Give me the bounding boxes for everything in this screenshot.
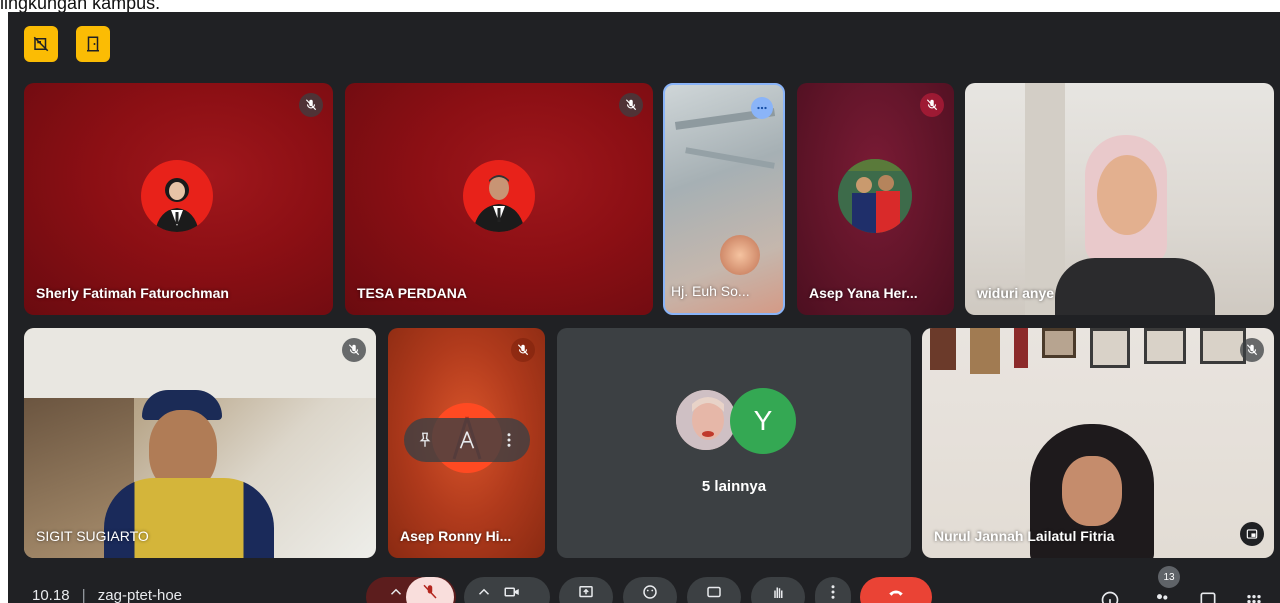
participant-name: widuri anye: [977, 285, 1055, 301]
info-icon[interactable]: [1100, 590, 1120, 603]
more-options-button[interactable]: [815, 577, 851, 603]
meet-window: Sherly Fatimah Faturochman TESA PERDANA …: [8, 12, 1280, 603]
camera-off-button[interactable]: [24, 26, 58, 62]
apps-grid-icon[interactable]: [1244, 590, 1264, 603]
others-label: 5 lainnya: [701, 478, 767, 495]
camera-icon: [504, 587, 519, 597]
captions-icon: [707, 586, 721, 598]
others-tile[interactable]: Y 5 lainnya: [557, 328, 911, 558]
chat-icon[interactable]: [1198, 590, 1218, 603]
participant-name: Hj. Euh So...: [671, 283, 750, 299]
avatar: [141, 160, 213, 232]
mic-off-icon: [920, 93, 944, 117]
tile-hover-toolbar: [404, 418, 530, 462]
exit-room-button[interactable]: [76, 26, 110, 62]
mic-off-icon: [342, 338, 366, 362]
participant-count-badge: 13: [1158, 566, 1180, 588]
reactions-button[interactable]: [623, 577, 677, 603]
people-icon[interactable]: [1152, 590, 1172, 603]
video-person: [1097, 155, 1157, 235]
mic-off-icon: [619, 93, 643, 117]
raise-hand-button[interactable]: [751, 577, 805, 603]
participant-tile[interactable]: Asep Ronny Hi...: [388, 328, 545, 558]
picture-in-picture-icon[interactable]: [1240, 522, 1264, 546]
mic-off-icon: [299, 93, 323, 117]
door-exit-icon: [87, 36, 99, 52]
avatar: Y: [730, 388, 796, 454]
participant-tile[interactable]: widuri anye: [965, 83, 1274, 315]
chevron-up-icon[interactable]: [387, 583, 405, 601]
hand-icon: [774, 587, 783, 598]
pin-icon[interactable]: [416, 431, 434, 449]
participant-name: Asep Yana Her...: [809, 285, 918, 301]
present-icon: [579, 586, 593, 598]
video-person: [1062, 456, 1122, 526]
more-options-icon[interactable]: [751, 97, 773, 119]
participant-tile-speaking[interactable]: Hj. Euh So...: [663, 83, 785, 315]
mic-off-icon: [1240, 338, 1264, 362]
participant-tile[interactable]: Sherly Fatimah Faturochman: [24, 83, 333, 315]
letter-avatar-icon: [459, 431, 475, 449]
participant-tile[interactable]: Asep Yana Her...: [797, 83, 954, 315]
camera-toggle-group[interactable]: [464, 577, 550, 603]
page-caption: lingkungan kampus.: [0, 0, 161, 13]
avatar-letter: Y: [753, 405, 773, 436]
wall-frames: [922, 328, 1274, 376]
avatar: [463, 160, 535, 232]
phone-hangup-icon: [889, 590, 903, 596]
participant-tile[interactable]: TESA PERDANA: [345, 83, 653, 315]
participant-name: Sherly Fatimah Faturochman: [36, 285, 229, 301]
video-background: [685, 147, 775, 169]
avatar: [674, 388, 738, 452]
participant-tile[interactable]: SIGIT SUGIARTO: [24, 328, 376, 558]
participant-name: TESA PERDANA: [357, 285, 467, 301]
avatar: [838, 159, 912, 233]
more-vert-icon[interactable]: [500, 431, 518, 449]
captions-button[interactable]: [687, 577, 741, 603]
participant-name: Asep Ronny Hi...: [400, 528, 512, 544]
emoji-icon: [643, 585, 657, 599]
meeting-info: 10.18 | zag-ptet-hoe: [32, 587, 182, 603]
mic-off-button[interactable]: [406, 577, 454, 603]
more-vert-icon: [831, 585, 835, 599]
chevron-up-icon[interactable]: [475, 583, 493, 601]
end-call-button[interactable]: [860, 577, 932, 603]
meeting-separator: |: [81, 587, 86, 603]
participant-name: Nurul Jannah Lailatul Fitria: [934, 528, 1115, 544]
video-background: [24, 328, 376, 398]
mic-off-icon: [511, 338, 535, 362]
participant-tile[interactable]: Nurul Jannah Lailatul Fitria: [922, 328, 1274, 558]
video-background: [720, 235, 760, 275]
video-person: [1055, 258, 1215, 315]
no-camera-icon: [33, 36, 49, 52]
video-person: [104, 478, 274, 558]
present-screen-button[interactable]: [559, 577, 613, 603]
participant-name: SIGIT SUGIARTO: [36, 528, 149, 544]
mic-off-icon: [423, 584, 437, 599]
meeting-time: 10.18: [32, 587, 70, 603]
meeting-code: zag-ptet-hoe: [97, 587, 183, 603]
